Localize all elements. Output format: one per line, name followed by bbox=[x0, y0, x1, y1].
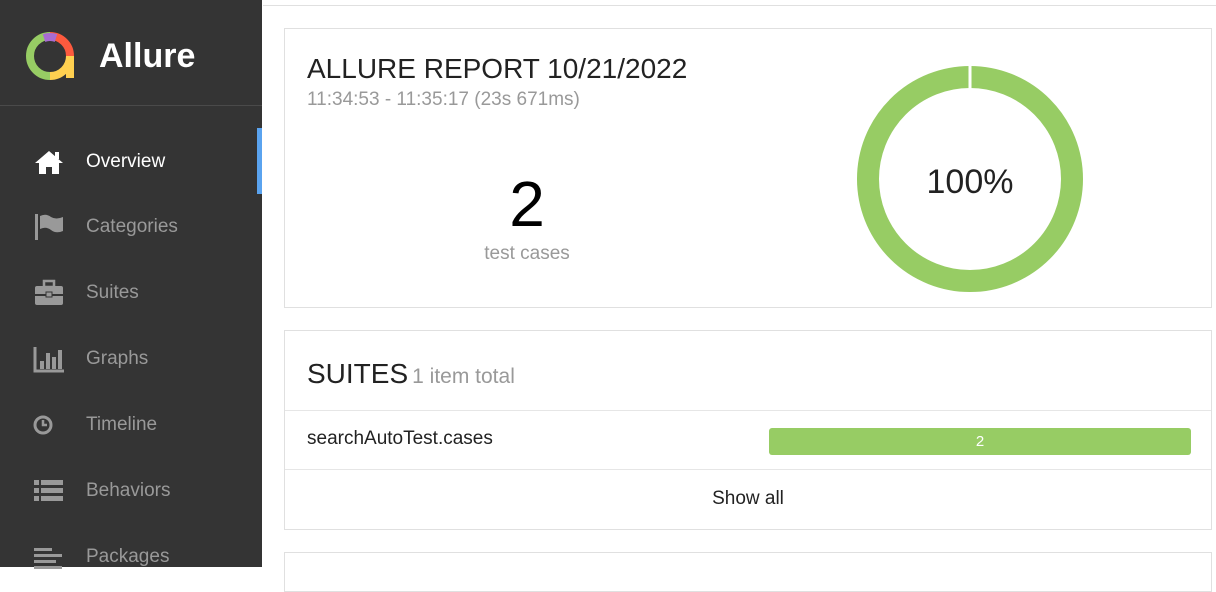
suites-header: SUITES 1 item total bbox=[307, 358, 515, 393]
sidebar: Allure Overview Categories Suites Graphs… bbox=[0, 0, 262, 569]
test-cases-label: test cases bbox=[484, 243, 570, 264]
nav-label-overview: Overview bbox=[86, 151, 166, 172]
nav-label-timeline: Timeline bbox=[86, 414, 158, 435]
report-time: 11:34:53 - 11:35:17 (23s 671ms) bbox=[307, 89, 580, 110]
next-widget bbox=[284, 552, 1212, 592]
nav-item-behaviors[interactable]: Behaviors bbox=[0, 461, 262, 521]
divider bbox=[285, 410, 1211, 411]
nav-item-packages[interactable]: Packages bbox=[0, 527, 262, 587]
nav-item-categories[interactable]: Categories bbox=[0, 197, 262, 257]
suite-name: searchAutoTest.cases bbox=[307, 428, 493, 449]
nav-label-categories: Categories bbox=[86, 216, 178, 237]
donut-gap bbox=[968, 64, 972, 90]
top-divider bbox=[263, 5, 1216, 6]
briefcase-icon bbox=[35, 279, 63, 305]
nav-item-suites[interactable]: Suites bbox=[0, 263, 262, 323]
suites-widget: SUITES 1 item total searchAutoTest.cases … bbox=[284, 330, 1212, 530]
home-icon bbox=[35, 151, 63, 174]
donut-percent: 100% bbox=[927, 163, 1014, 201]
align-left-icon bbox=[34, 548, 62, 569]
nav-label-packages: Packages bbox=[86, 546, 170, 567]
divider bbox=[285, 469, 1211, 470]
nav-item-overview[interactable]: Overview bbox=[0, 128, 262, 194]
clock-icon bbox=[33, 415, 53, 435]
nav-item-timeline[interactable]: Timeline bbox=[0, 395, 262, 455]
bar-chart-icon bbox=[33, 347, 64, 373]
list-icon bbox=[34, 480, 63, 501]
suites-subtitle: 1 item total bbox=[412, 365, 515, 388]
suites-title: SUITES bbox=[307, 358, 409, 389]
nav-label-suites: Suites bbox=[86, 282, 139, 303]
nav-item-graphs[interactable]: Graphs bbox=[0, 329, 262, 389]
success-rate-donut[interactable]: 100% bbox=[855, 64, 1085, 294]
brand-name: Allure bbox=[99, 37, 196, 75]
report-title: ALLURE REPORT 10/21/2022 bbox=[307, 53, 688, 84]
test-cases-count: 2 bbox=[509, 168, 545, 240]
summary-widget: ALLURE REPORT 10/21/2022 11:34:53 - 11:3… bbox=[284, 28, 1212, 308]
flag-icon bbox=[35, 214, 63, 240]
active-indicator bbox=[257, 128, 262, 194]
show-all-link[interactable]: Show all bbox=[285, 488, 1211, 510]
brand[interactable]: Allure bbox=[0, 0, 262, 106]
suite-status-bar[interactable]: 2 bbox=[769, 428, 1191, 455]
nav-label-graphs: Graphs bbox=[86, 348, 149, 369]
allure-logo-icon bbox=[26, 32, 74, 80]
nav-label-behaviors: Behaviors bbox=[86, 480, 171, 501]
